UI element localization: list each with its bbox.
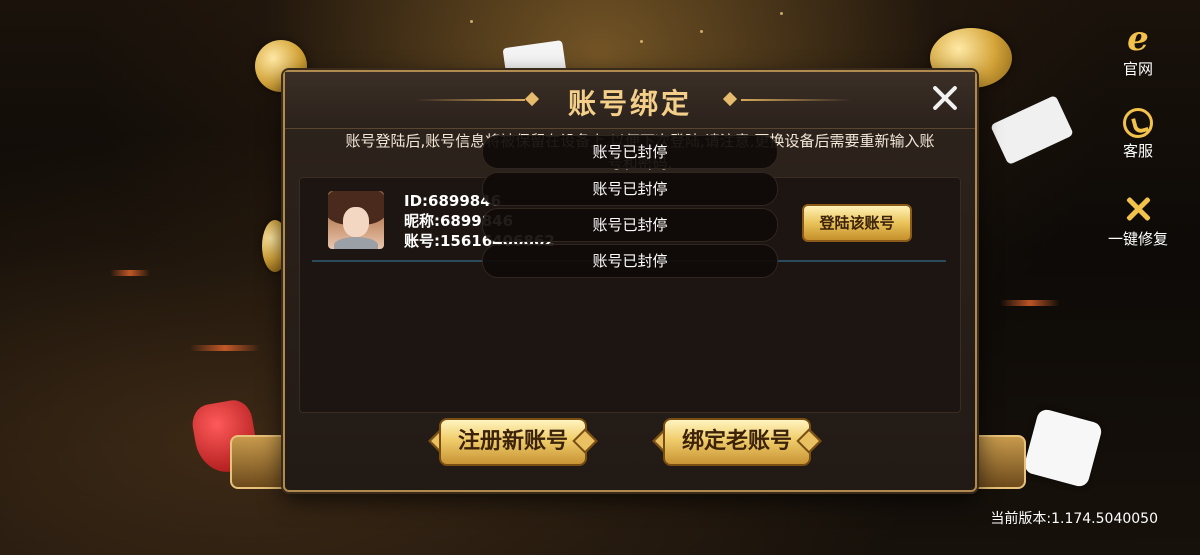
dialog-header: 账号绑定 [285, 72, 975, 129]
dialog-title: 账号绑定 [567, 87, 692, 120]
login-account-button[interactable]: 登陆该账号 [802, 204, 912, 242]
official-site-button[interactable]: e 官网 [1108, 22, 1168, 79]
one-click-repair-button[interactable]: 一键修复 [1103, 192, 1173, 249]
avatar-shoulder [334, 237, 378, 249]
title-ornament [741, 99, 851, 101]
bind-old-account-button[interactable]: 绑定老账号 [652, 418, 822, 466]
version-text: 当前版本:1.174.5040050 [990, 511, 1158, 527]
close-icon[interactable] [927, 80, 963, 116]
toast-message: 账号已封停 [482, 172, 778, 206]
sparkle [780, 12, 783, 15]
avatar-face [343, 207, 369, 237]
light-streak [190, 345, 260, 351]
bind-old-account-label: 绑定老账号 [663, 418, 811, 466]
sparkle [700, 30, 703, 33]
account-binding-dialog: 账号绑定 账号登陆后,账号信息将被保留在设备上,以便下次登陆,请注意,更换设备后… [283, 70, 977, 492]
light-streak [110, 270, 150, 276]
register-new-account-button[interactable]: 注册新账号 [428, 418, 598, 466]
toast-message: 账号已封停 [482, 135, 778, 169]
toast-message: 账号已封停 [482, 244, 778, 278]
one-click-repair-label: 一键修复 [1107, 230, 1168, 248]
register-new-account-label: 注册新账号 [439, 418, 587, 466]
avatar [328, 191, 384, 249]
sparkle [640, 40, 643, 43]
light-streak [1000, 300, 1060, 306]
sparkle [470, 20, 473, 23]
dice-decoration [1022, 407, 1104, 489]
customer-service-icon [1123, 108, 1153, 138]
customer-service-button[interactable]: 客服 [1108, 108, 1168, 161]
customer-service-label: 客服 [1122, 142, 1153, 160]
globe-icon: e [1127, 19, 1149, 59]
repair-tools-icon [1120, 192, 1156, 226]
playing-card-decoration [990, 94, 1074, 166]
official-site-label: 官网 [1122, 60, 1153, 78]
toast-message: 账号已封停 [482, 208, 778, 242]
